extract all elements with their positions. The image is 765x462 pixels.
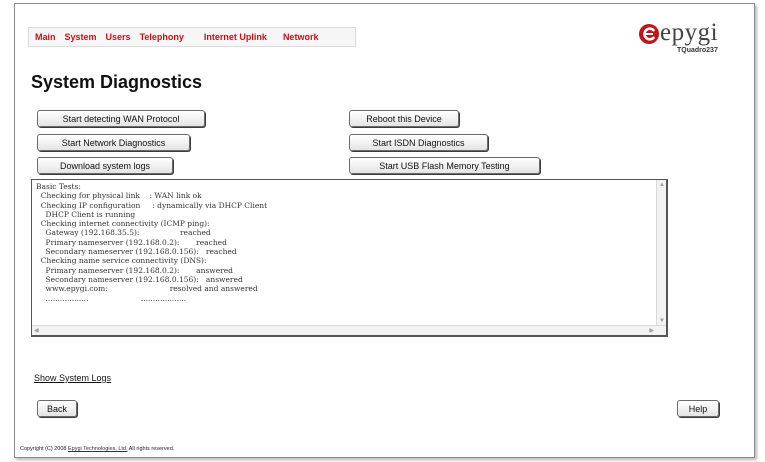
nav-users[interactable]: Users [106, 32, 131, 42]
nav-main[interactable]: Main [35, 32, 56, 42]
start-network-diagnostics-button[interactable]: Start Network Diagnostics [37, 134, 190, 151]
nav-network[interactable]: Network [283, 32, 319, 42]
scroll-left-icon[interactable]: ◀ [34, 327, 39, 335]
start-wan-detection-button[interactable]: Start detecting WAN Protocol [37, 110, 205, 127]
back-button[interactable]: Back [37, 400, 77, 417]
device-model: TQuadro237 [677, 47, 718, 54]
page-title: System Diagnostics [31, 72, 203, 92]
vertical-scrollbar[interactable]: ▲ ▼ [656, 180, 666, 326]
diagnostics-output-text: Basic Tests: Checking for physical link … [36, 182, 268, 303]
epygi-logo-icon [639, 24, 659, 44]
epygi-logo: epygi TQuadro237 [638, 19, 748, 62]
company-link[interactable]: Epygi Technologies, Ltd. [68, 446, 128, 452]
scroll-up-icon[interactable]: ▲ [659, 181, 665, 189]
horizontal-scrollbar[interactable]: ◀ ▶ [32, 325, 666, 335]
scroll-right-icon[interactable]: ▶ [649, 327, 654, 335]
download-system-logs-button[interactable]: Download system logs [37, 157, 173, 174]
copyright-footer: Copyright (C) 2008 Epygi Technologies, L… [20, 446, 174, 452]
copyright-prefix: Copyright (C) 2008 [20, 446, 68, 452]
reboot-device-button[interactable]: Reboot this Device [349, 110, 459, 127]
logo-wordmark: epygi [660, 19, 719, 46]
nav-system[interactable]: System [65, 32, 97, 42]
start-usb-flash-test-button[interactable]: Start USB Flash Memory Testing [349, 157, 540, 174]
start-isdn-diagnostics-button[interactable]: Start ISDN Diagnostics [349, 134, 488, 151]
show-system-logs-link[interactable]: Show System Logs [34, 373, 111, 383]
copyright-suffix: All rights reserved. [127, 446, 175, 452]
top-navigation: Main System Users Telephony Internet Upl… [28, 27, 356, 47]
scroll-down-icon[interactable]: ▼ [659, 317, 665, 325]
diagnostics-output[interactable]: Basic Tests: Checking for physical link … [31, 179, 668, 337]
nav-telephony[interactable]: Telephony [140, 32, 184, 42]
help-button[interactable]: Help [677, 400, 719, 417]
nav-internet-uplink[interactable]: Internet Uplink [204, 32, 267, 42]
